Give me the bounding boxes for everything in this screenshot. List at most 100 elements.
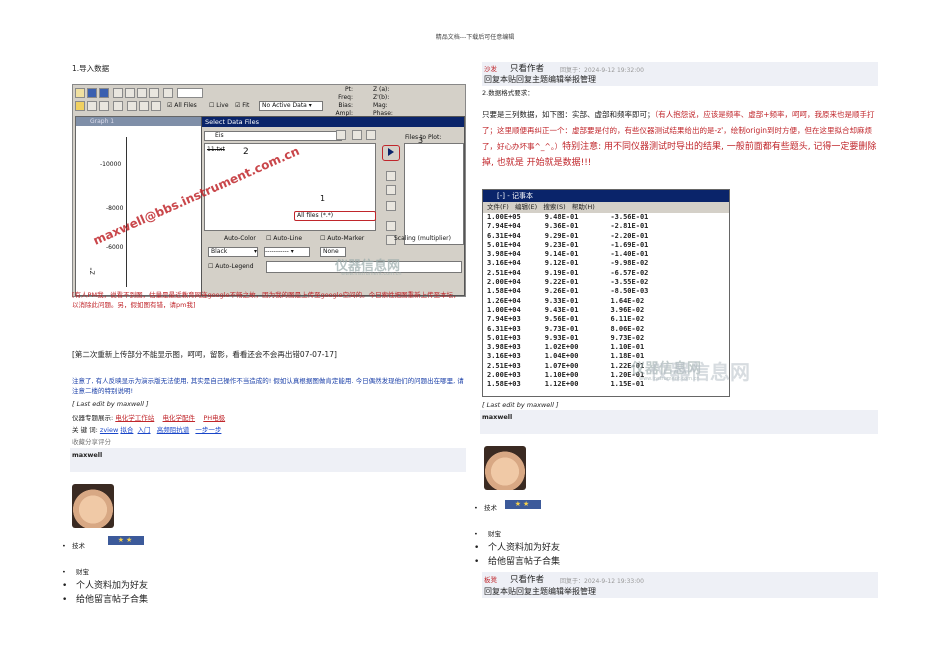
scroll-box[interactable]: [177, 88, 203, 98]
files-to-plot-label: Files to Plot:: [405, 134, 442, 141]
site-url-watermark: www.instrument.com.cn: [341, 271, 402, 277]
grid-icon[interactable]: [113, 101, 123, 111]
pan-icon[interactable]: [151, 101, 161, 111]
swap-icon[interactable]: [386, 201, 396, 211]
files-to-plot-list[interactable]: [404, 143, 464, 245]
data-cell: 9.73E-01: [544, 324, 579, 333]
note-attention: 注意了, 有人反映显示为演示版无法使用, 其实是自己操作不当造成的! 假如认真根…: [72, 377, 464, 395]
opt-auto-legend[interactable]: ☐ Auto-Legend: [208, 263, 254, 271]
menu-help[interactable]: 帮助(H): [572, 203, 595, 211]
floor-label: 板凳: [484, 576, 497, 584]
check-all-files[interactable]: ☑ All Files: [167, 102, 197, 110]
check-fit[interactable]: ☑ Fit: [235, 102, 249, 110]
add-file-button[interactable]: [382, 145, 400, 161]
zoom-in-icon[interactable]: [127, 101, 137, 111]
menu-file[interactable]: 文件(F): [487, 203, 509, 211]
keyword-link[interactable]: zview: [100, 426, 118, 434]
add-arrow-icon: [388, 148, 394, 156]
profile-link-message[interactable]: 给他留言帖子合集: [474, 555, 674, 569]
keyword-link[interactable]: 一步一步: [195, 426, 221, 434]
avatar-right[interactable]: [484, 446, 526, 490]
tag-link[interactable]: 电化学配件: [163, 414, 196, 422]
data-cell: 3.16E+04: [487, 259, 521, 268]
menu-edit[interactable]: 编辑(E): [515, 203, 537, 211]
up-folder-icon[interactable]: [336, 130, 346, 140]
y-tick: -8000: [106, 205, 124, 212]
data-cell: 9.33E-01: [544, 296, 579, 305]
last-edit-left: [ Last edit by maxwell ]: [72, 400, 149, 408]
notepad-data-table[interactable]: 1.00E+05 9.48E-01 -3.56E-01 7.94E+04 9.36E-0…: [485, 213, 650, 390]
data-cell: -3.55E-02: [610, 278, 649, 287]
folder-name: Eis: [215, 132, 224, 139]
marker-2: 2: [243, 147, 249, 157]
share-row[interactable]: 收藏分享评分: [72, 437, 111, 447]
keyword-link[interactable]: 高频阻抗谱: [157, 426, 190, 434]
author-name[interactable]: maxwell: [70, 448, 466, 462]
move-up-icon[interactable]: [386, 221, 396, 231]
post-actions[interactable]: 回复本贴回复主题编辑举报管理: [484, 586, 596, 598]
data-cell: 3.98E+04: [487, 250, 521, 259]
list-view-icon[interactable]: [352, 130, 362, 140]
tag-link[interactable]: 电化学工作站: [115, 414, 154, 422]
table-icon[interactable]: [87, 101, 97, 111]
detail-view-icon[interactable]: [366, 130, 376, 140]
only-author-link[interactable]: 只看作者: [510, 574, 544, 586]
data-row: 2.00E+04 9.22E-01 -3.55E-02: [485, 278, 650, 287]
opt-auto-line[interactable]: ☐ Auto-Line: [266, 235, 302, 243]
data-row: 7.94E+04 9.36E-01 -2.81E-01: [485, 222, 650, 231]
file-item[interactable]: 11.txt: [207, 146, 225, 154]
instrument-tags: 仪器专题展示: 电化学工作站 电化学配件 PH电极: [72, 413, 225, 423]
data-cell: 9.22E-01: [544, 278, 579, 287]
fit-icon[interactable]: [137, 88, 147, 98]
color-dropdown[interactable]: Black ▾: [208, 247, 258, 257]
chart-icon[interactable]: [149, 88, 159, 98]
select-data-files-dialog: Select Data Files Eis▾ Files to Plot: 11…: [201, 116, 465, 296]
data-cell: 6.11E-02: [610, 315, 645, 324]
marker-3: 3: [418, 136, 424, 145]
menu-search[interactable]: 搜索(S): [543, 203, 565, 211]
folder-dropdown[interactable]: Eis▾: [204, 131, 342, 141]
z-b-label: Z'(b):: [373, 94, 390, 101]
y-axis-line: [126, 137, 127, 287]
remove-file-icon[interactable]: [386, 171, 396, 181]
toolbar-row-1: [75, 87, 205, 99]
save-icon[interactable]: [87, 88, 97, 98]
author-bar-left: maxwell: [70, 448, 466, 472]
data-cell: 2.00E+04: [487, 278, 521, 287]
data-cell: 8.06E-02: [610, 324, 645, 333]
check-live[interactable]: ☐ Live: [209, 102, 229, 110]
avatar-left[interactable]: [72, 484, 114, 528]
profile-treasure: 财宝: [474, 527, 674, 541]
profile-link-add-friend[interactable]: 个人资料加为好友: [474, 541, 674, 555]
data-row: 2.51E+03 1.07E+00 1.22E-01: [485, 362, 650, 371]
print-icon[interactable]: [113, 88, 123, 98]
data-row: 1.26E+04 9.33E-01 1.64E-02: [485, 297, 650, 306]
keyword-link[interactable]: 入门: [138, 426, 151, 434]
tool-icon[interactable]: [163, 88, 173, 98]
data-cell: 7.94E+04: [487, 222, 521, 231]
reply-time: 回复于：2024-9-12 19:33:00: [560, 578, 644, 585]
profile-link-add-friend[interactable]: 个人资料加为好友: [62, 579, 262, 593]
file-type-filter[interactable]: All files (*.*): [294, 211, 376, 221]
zoom-icon[interactable]: [125, 88, 135, 98]
opt-auto-color[interactable]: Auto-Color: [224, 235, 256, 243]
data-row: 6.31E+03 9.73E-01 8.06E-02: [485, 325, 650, 334]
keyword-link[interactable]: 拟合: [120, 426, 133, 434]
list-icon[interactable]: [99, 101, 109, 111]
zoom-out-icon[interactable]: [139, 101, 149, 111]
opt-auto-marker[interactable]: ☐ Auto-Marker: [320, 235, 364, 243]
remove-all-icon[interactable]: [386, 185, 396, 195]
profile-link-message[interactable]: 给他留言帖子合集: [62, 593, 262, 607]
author-name[interactable]: maxwell: [480, 410, 878, 424]
open-folder-icon[interactable]: [75, 88, 85, 98]
save-as-icon[interactable]: [99, 88, 109, 98]
rank-label: 技术: [484, 504, 498, 512]
auto-legend-label: Auto-Legend: [215, 263, 254, 270]
active-data-dropdown[interactable]: No Active Data ▾: [259, 101, 323, 111]
y-tick: -10000: [100, 161, 122, 168]
post-actions[interactable]: 回复本贴回复主题编辑举报管理: [484, 74, 596, 86]
auto-marker-label: Auto-Marker: [327, 235, 365, 242]
graph-icon[interactable]: [75, 101, 85, 111]
line-dropdown[interactable]: ----------- ▾: [264, 247, 310, 257]
tag-link[interactable]: PH电极: [203, 414, 225, 422]
